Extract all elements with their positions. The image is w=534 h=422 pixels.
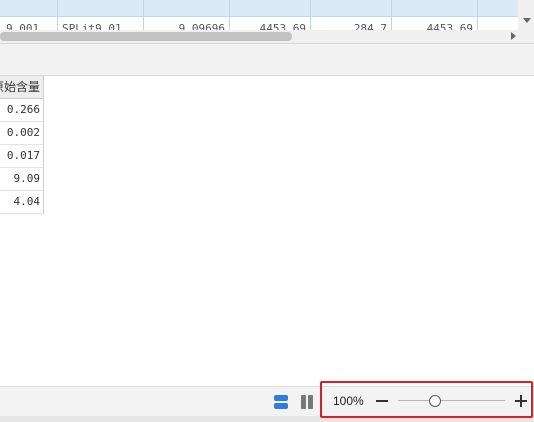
vertical-scrollbar[interactable] [518, 0, 534, 30]
header-cell[interactable] [230, 0, 311, 16]
table-cell[interactable]: 9.001 [0, 17, 58, 30]
content-table: 原始含量 0.266 0.002 0.017 9.09 4.04 [0, 76, 45, 214]
table-row[interactable]: 9.001 SPLit9.01 9.09696 4453.69 284.7 44… [0, 16, 518, 30]
page-view-icon [301, 395, 306, 409]
header-cell[interactable] [144, 0, 230, 16]
table-cell[interactable]: 9.09 [0, 168, 44, 191]
table-cell[interactable]: 4453.69 [392, 17, 478, 30]
table-cell[interactable]: 0.266 [0, 99, 44, 122]
normal-view-button[interactable] [271, 392, 291, 412]
header-cell[interactable] [478, 0, 518, 16]
scroll-down-arrow-icon[interactable] [523, 18, 531, 23]
top-table-header [0, 0, 518, 16]
column-header[interactable]: 原始含量 [0, 76, 44, 99]
table-cell[interactable]: 0.002 [0, 122, 44, 145]
top-data-table: 9.001 SPLit9.01 9.09696 4453.69 284.7 44… [0, 0, 518, 30]
page-view-icon-part [308, 395, 313, 409]
zoom-level-label[interactable]: 100% [333, 394, 364, 408]
table-cell[interactable]: 9.09696 [144, 17, 230, 30]
table-cell[interactable]: 284.7 [311, 17, 392, 30]
header-cell[interactable] [392, 0, 478, 16]
header-cell[interactable] [311, 0, 392, 16]
zoom-slider-knob[interactable] [429, 395, 441, 407]
table-cell[interactable]: 4453.69 [230, 17, 311, 30]
page-view-button[interactable] [298, 392, 318, 412]
scroll-right-arrow-icon[interactable] [511, 32, 516, 40]
zoom-in-icon[interactable] [514, 392, 528, 410]
table-cell[interactable]: 4.04 [0, 191, 44, 214]
table-cell[interactable] [478, 17, 518, 30]
header-cell[interactable] [58, 0, 144, 16]
table-cell[interactable]: SPLit9.01 [58, 17, 144, 30]
normal-view-icon-part [274, 403, 288, 409]
normal-view-icon [274, 395, 288, 401]
horizontal-scroll-thumb[interactable] [0, 32, 292, 41]
scrollbar-corner [518, 30, 534, 43]
header-cell[interactable] [0, 0, 58, 16]
table-cell[interactable]: 0.017 [0, 145, 44, 168]
zoom-out-icon[interactable] [375, 392, 389, 410]
zoom-slider-track[interactable] [398, 400, 505, 401]
panel-separator [0, 43, 534, 76]
